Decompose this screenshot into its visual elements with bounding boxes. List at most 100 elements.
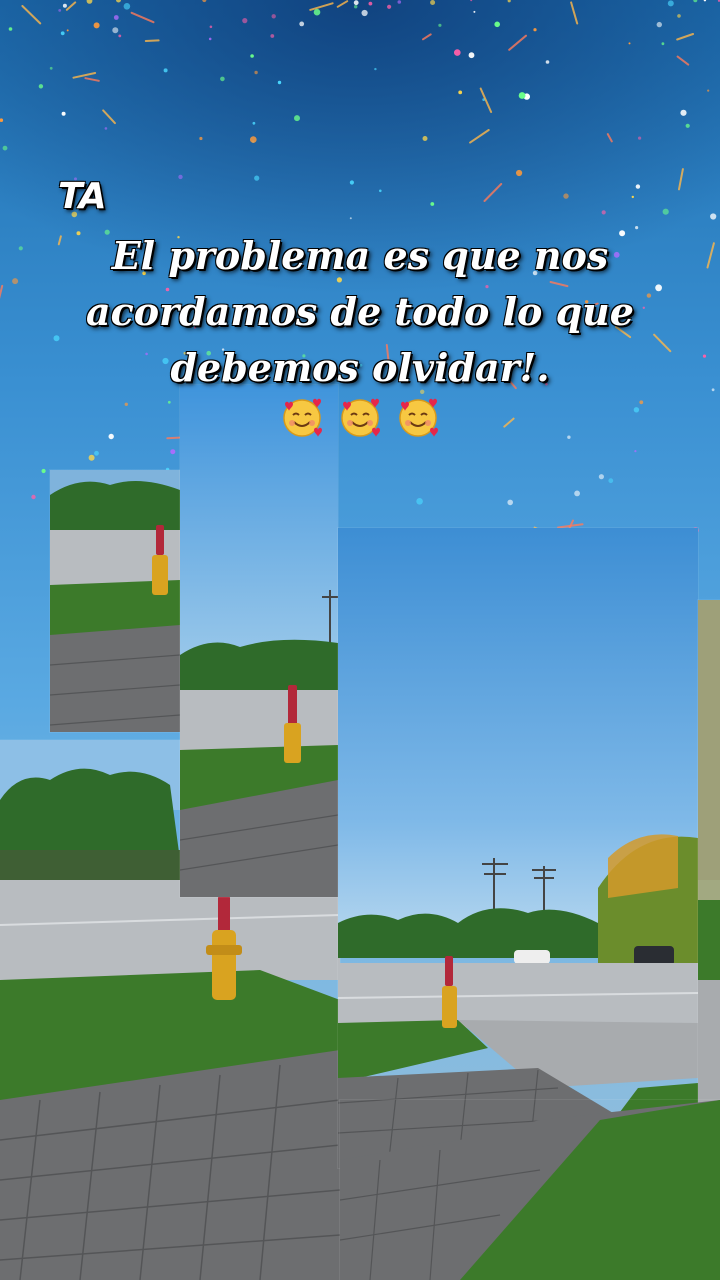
sparkle	[38, 84, 44, 89]
sparkle	[399, 305, 402, 309]
sparkle	[162, 357, 169, 365]
sparkle	[194, 326, 196, 329]
sparkle	[93, 22, 100, 29]
sparkle	[387, 4, 392, 9]
sparkle	[302, 354, 306, 358]
photo-panel-middle	[180, 385, 338, 897]
sparkle	[163, 68, 168, 73]
sparkle	[250, 54, 254, 58]
sparkle	[336, 277, 342, 283]
sparkle	[53, 335, 60, 342]
sparkle	[642, 306, 645, 309]
sparkle	[567, 435, 571, 439]
sparkle	[655, 284, 662, 292]
sparkle	[294, 115, 300, 122]
sparkle	[270, 34, 275, 38]
sparkle	[165, 287, 170, 292]
sparkle	[252, 121, 256, 125]
sparkle	[454, 49, 461, 56]
sparkle	[677, 14, 681, 18]
sparkle	[628, 42, 631, 45]
sparkle	[545, 60, 550, 64]
sparkle	[485, 285, 489, 289]
sparkle	[71, 211, 78, 218]
sparkle	[598, 474, 605, 480]
sparkle	[104, 127, 108, 130]
sparkle	[662, 208, 669, 215]
sparkle	[494, 21, 501, 28]
sparkle	[170, 449, 176, 455]
sparkle	[518, 92, 526, 99]
sparkle	[635, 184, 641, 189]
sparkle	[142, 271, 146, 276]
sparkle	[177, 236, 180, 239]
sparkle	[88, 454, 95, 461]
sparkle	[299, 21, 305, 27]
sparkle	[8, 27, 13, 31]
sparkle	[507, 499, 513, 506]
sparkle	[349, 180, 354, 185]
sparkle	[361, 9, 368, 17]
sparkle	[112, 27, 119, 34]
sparkle	[242, 18, 248, 24]
sparkle	[254, 70, 258, 75]
sparkle	[711, 388, 715, 392]
sparkle	[458, 90, 463, 95]
sparkle	[76, 231, 81, 236]
sparkle	[221, 348, 225, 351]
sparkle	[353, 0, 359, 6]
sparkle	[397, 0, 402, 4]
sparkle	[707, 89, 710, 92]
sparkle	[108, 433, 114, 440]
sparkle	[250, 136, 257, 143]
sparkle	[563, 193, 569, 199]
firework-streak	[144, 39, 160, 42]
sparkle	[124, 402, 128, 406]
sparkle	[18, 246, 23, 251]
sparkle	[473, 10, 476, 13]
sparkle	[66, 29, 69, 32]
sparkle	[167, 400, 171, 404]
sparkle	[468, 52, 475, 59]
sparkle	[61, 111, 66, 116]
sparkle	[94, 450, 99, 456]
sparkle	[532, 270, 538, 276]
sparkle	[118, 34, 122, 38]
sparkle	[245, 316, 250, 320]
sparkle	[634, 450, 637, 453]
sparkle	[639, 400, 644, 405]
sparkle	[680, 109, 687, 116]
sparkle	[533, 28, 537, 32]
sparkle	[368, 1, 373, 6]
sparkle	[104, 229, 110, 235]
sparkle	[585, 300, 589, 304]
sparkle	[254, 175, 260, 181]
sparkle	[209, 25, 213, 29]
sparkle	[601, 210, 606, 215]
sparkle	[638, 136, 642, 140]
sparkle	[438, 23, 442, 27]
sparkle	[619, 230, 626, 237]
sparkle	[349, 217, 352, 220]
sparkle	[199, 136, 203, 141]
sparkle	[12, 278, 19, 285]
sparkle	[351, 299, 355, 303]
sparkle	[208, 37, 212, 41]
sparkle	[60, 31, 65, 36]
sparkle	[277, 80, 282, 85]
sparkle	[123, 3, 131, 10]
sparkle	[49, 66, 53, 70]
sparkle	[631, 195, 634, 199]
firework-streak	[166, 436, 181, 440]
sparkle	[379, 189, 382, 193]
sparkle	[430, 202, 435, 206]
video-frame: TA El problema es que nos acordamos de t…	[0, 0, 720, 1280]
sparkle	[613, 251, 620, 258]
sparkle	[545, 382, 548, 386]
sparkle	[420, 389, 425, 394]
sparkle	[702, 354, 707, 358]
photo-panel-bottom	[340, 1100, 720, 1280]
sparkle	[635, 226, 639, 230]
sparkle	[206, 350, 211, 356]
sparkle	[183, 351, 187, 355]
